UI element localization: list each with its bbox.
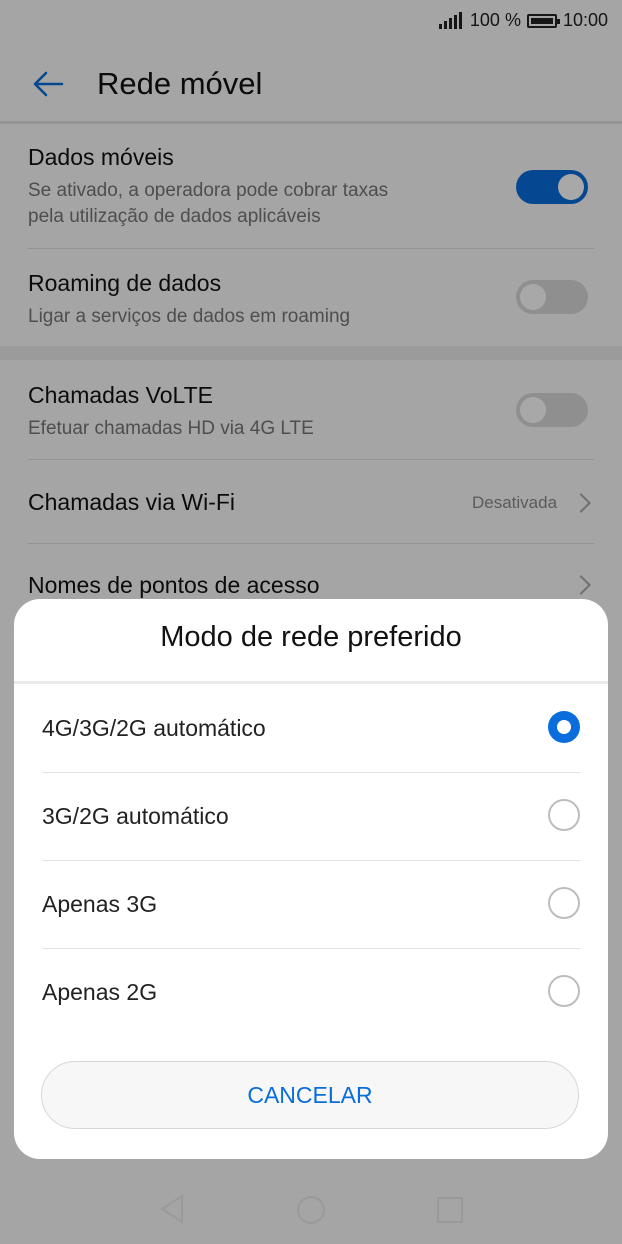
option-label: 4G/3G/2G automático <box>42 715 266 741</box>
option-label: Apenas 2G <box>42 979 158 1005</box>
option-3g-2g[interactable]: 3G/2G automático <box>14 773 608 861</box>
network-mode-dialog: Modo de rede preferido 4G/3G/2G automáti… <box>14 599 608 1159</box>
option-4g-3g-2g[interactable]: 4G/3G/2G automático <box>14 685 608 773</box>
cancel-button[interactable]: CANCELAR <box>41 1061 579 1129</box>
option-label: 3G/2G automático <box>42 803 229 829</box>
dialog-divider <box>14 681 608 684</box>
radio-unselected-icon[interactable] <box>548 887 580 919</box>
radio-unselected-icon[interactable] <box>548 799 580 831</box>
option-3g-only[interactable]: Apenas 3G <box>14 861 608 949</box>
nav-back-icon[interactable] <box>158 1193 186 1225</box>
option-2g-only[interactable]: Apenas 2G <box>14 949 608 1037</box>
nav-home-icon[interactable] <box>296 1195 326 1225</box>
navigation-bar <box>0 1174 622 1244</box>
nav-recents-icon[interactable] <box>436 1196 464 1224</box>
dialog-title: Modo de rede preferido <box>160 621 462 653</box>
radio-unselected-icon[interactable] <box>548 975 580 1007</box>
radio-selected-icon[interactable] <box>548 711 580 743</box>
option-label: Apenas 3G <box>42 891 158 917</box>
